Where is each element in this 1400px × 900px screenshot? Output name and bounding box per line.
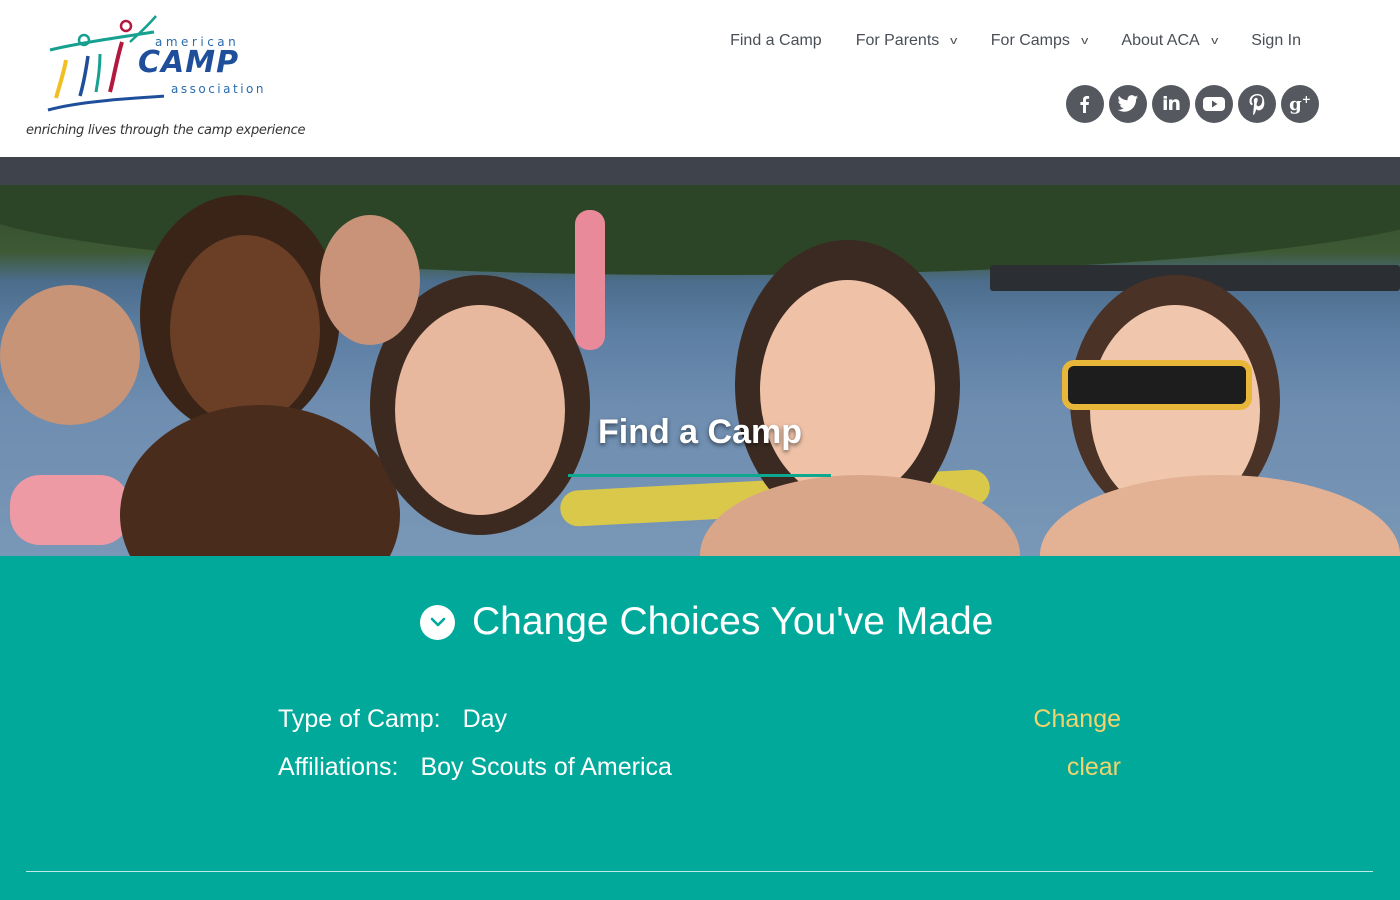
nav-find-a-camp[interactable]: Find a Camp <box>730 32 822 50</box>
choice-label: Affiliations: <box>278 752 399 781</box>
site-header: american CAMP association enriching live… <box>0 0 1400 157</box>
choice-row-affiliations: Affiliations: Boy Scouts of America clea… <box>278 750 1121 784</box>
chevron-down-icon: v <box>1081 35 1089 47</box>
choice-value: Day <box>462 704 508 733</box>
nav-for-camps-label: For Camps <box>990 32 1070 49</box>
main-nav: Find a Camp For Parents v For Camps v Ab… <box>730 32 1301 50</box>
clear-link[interactable]: clear <box>1067 753 1121 782</box>
youtube-icon[interactable] <box>1195 85 1233 123</box>
choices-section: Change Choices You've Made Type of Camp:… <box>0 556 1400 900</box>
pinterest-icon[interactable] <box>1238 85 1276 123</box>
nav-for-parents-label: For Parents <box>855 32 940 49</box>
hero-photo-noodle <box>575 210 605 350</box>
logo-camp-text: CAMP <box>138 45 240 80</box>
choice-label: Type of Camp: <box>278 704 441 733</box>
hero-photo-swimmer <box>760 280 935 500</box>
choice-value: Boy Scouts of America <box>420 752 672 781</box>
hero-photo-swimmer <box>0 285 140 425</box>
chevron-down-icon: v <box>1210 35 1219 47</box>
hero-photo-swimmer <box>170 235 320 425</box>
choices-toggle[interactable]: Change Choices You've Made <box>420 600 993 644</box>
social-links: in g+ <box>1066 85 1324 123</box>
logo-association-text: association <box>171 82 266 96</box>
hero-photo-swimmer <box>320 215 420 345</box>
chevron-down-icon <box>420 604 455 640</box>
nav-about-aca[interactable]: About ACA v <box>1121 32 1219 50</box>
choice-row-type-of-camp: Type of Camp: Day Change <box>278 702 1121 736</box>
hero-banner: Find a Camp <box>0 185 1400 556</box>
section-divider <box>26 871 1373 872</box>
hero-photo-swimmer <box>1040 475 1400 556</box>
linkedin-icon[interactable]: in <box>1152 85 1190 123</box>
choices-title: Change Choices You've Made <box>472 600 994 643</box>
header-divider-strip <box>0 157 1400 185</box>
nav-sign-in-label: Sign In <box>1251 32 1301 49</box>
hero-title: Find a Camp <box>597 413 803 451</box>
logo-tagline: enriching lives through the camp experie… <box>26 123 306 138</box>
hero-title-underline <box>568 474 831 477</box>
hero-photo-swimmer <box>395 305 565 515</box>
nav-for-parents[interactable]: For Parents v <box>855 32 958 50</box>
chevron-down-icon: v <box>950 35 958 47</box>
nav-sign-in[interactable]: Sign In <box>1251 32 1301 50</box>
twitter-icon[interactable] <box>1109 85 1147 123</box>
nav-for-camps[interactable]: For Camps v <box>991 32 1088 50</box>
hero-photo-sunglasses <box>1062 360 1252 410</box>
change-link[interactable]: Change <box>1033 705 1121 734</box>
nav-find-a-camp-label: Find a Camp <box>730 32 822 49</box>
facebook-icon[interactable] <box>1066 85 1104 123</box>
hero-photo-noodle <box>10 475 130 545</box>
google-plus-icon[interactable]: g+ <box>1281 85 1319 123</box>
nav-about-aca-label: About ACA <box>1121 32 1200 49</box>
aca-logo[interactable]: american CAMP association enriching live… <box>24 12 306 147</box>
